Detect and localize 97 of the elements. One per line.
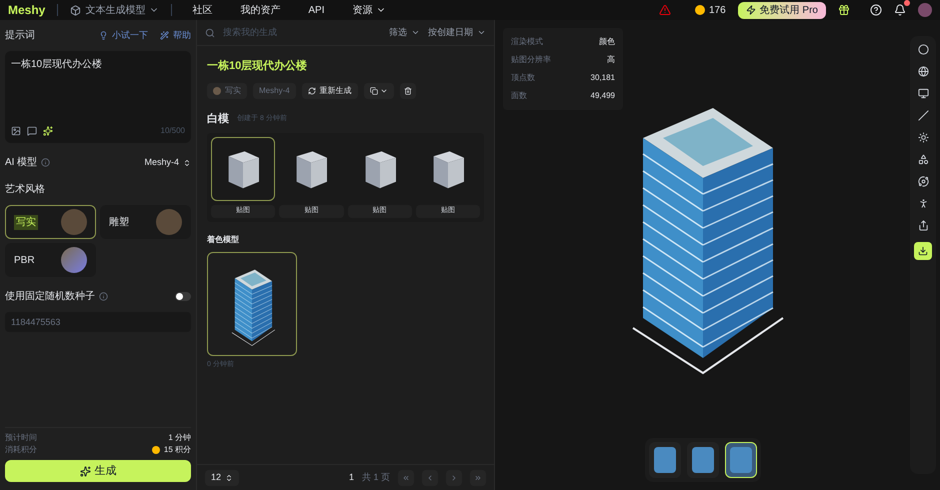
estimate-label: 消耗积分 xyxy=(5,444,37,456)
chevron-icon xyxy=(450,474,458,482)
style-option[interactable]: 写实 xyxy=(5,205,96,239)
estimate-value: 15 积分 xyxy=(152,444,191,456)
search-field[interactable]: 搜索我的生成 xyxy=(223,26,381,40)
pro-trial-button[interactable]: 免费试用 Pro xyxy=(738,2,826,18)
trash-icon xyxy=(404,86,412,94)
style-option[interactable]: 雕塑 xyxy=(100,205,191,239)
gift-icon[interactable] xyxy=(838,4,850,16)
sort-dropdown[interactable]: 按创建日期 xyxy=(428,26,486,40)
info-icon[interactable] xyxy=(41,158,50,167)
app-logo[interactable]: Meshy xyxy=(8,1,46,19)
download-icon xyxy=(918,246,928,256)
chat-icon[interactable] xyxy=(27,126,37,136)
lightning-icon xyxy=(746,5,756,15)
help-link[interactable]: 帮助 xyxy=(160,28,191,42)
seed-toggle[interactable] xyxy=(175,292,191,301)
caret-icon xyxy=(411,28,420,37)
generation-title: 一栋10层现代办公楼 xyxy=(207,58,308,74)
chevron-icon xyxy=(402,474,410,482)
view-mode-thumbnail[interactable] xyxy=(686,442,718,478)
sparkle-icon[interactable] xyxy=(43,126,53,136)
model-label: AI 模型 xyxy=(5,156,38,170)
download-button[interactable] xyxy=(914,242,932,260)
estimate-value: 1 分钟 xyxy=(168,432,191,444)
wand-icon xyxy=(160,31,169,40)
refresh-icon xyxy=(308,86,316,94)
style-thumbnail xyxy=(61,209,87,235)
mode-dropdown[interactable]: 文本生成模型 xyxy=(70,2,160,18)
avatar[interactable] xyxy=(918,3,932,17)
nav-link[interactable]: 我的资产 xyxy=(232,2,288,18)
filter-dropdown[interactable]: 筛选 xyxy=(389,26,420,40)
style-thumbnail xyxy=(156,209,182,235)
view-mode-thumbnail[interactable] xyxy=(648,442,680,478)
generate-button[interactable]: 生成 xyxy=(5,460,191,482)
pagination-button[interactable] xyxy=(470,470,486,486)
style-thumbnail xyxy=(61,247,87,273)
viewport-tool-icon[interactable] xyxy=(918,132,928,143)
nav-link[interactable]: 资源 xyxy=(344,2,394,18)
cube-icon xyxy=(70,4,82,16)
page-total: 共 1 页 xyxy=(362,470,390,484)
updown-icon xyxy=(183,158,191,166)
style-label: 艺术风格 xyxy=(5,182,46,197)
viewport-tool-icon[interactable] xyxy=(918,44,928,55)
info-icon[interactable] xyxy=(99,292,108,301)
prompt-textarea[interactable]: 一栋10层现代办公楼 10/500 xyxy=(5,51,191,143)
stat-label: 贴图分辨率 xyxy=(511,54,551,66)
model-thumbnail[interactable] xyxy=(207,252,297,356)
pagination-button[interactable] xyxy=(398,470,414,486)
model-thumbnail[interactable] xyxy=(211,137,276,201)
chevron-icon xyxy=(474,474,482,482)
viewport-tool-icon[interactable] xyxy=(918,220,928,231)
delete-button[interactable] xyxy=(400,82,416,98)
character-counter: 10/500 xyxy=(160,125,185,137)
stat-value: 49,499 xyxy=(590,90,615,102)
style-tag: 写实 xyxy=(207,82,247,98)
search-icon xyxy=(205,28,215,38)
stat-value: 颜色 xyxy=(599,36,615,48)
page-size-select[interactable]: 12 xyxy=(205,470,240,486)
viewport-tool-icon[interactable] xyxy=(918,198,928,209)
section-title: 着色模型 xyxy=(207,234,240,246)
sparkle-icon xyxy=(80,466,90,476)
section-title: 白模 xyxy=(207,112,229,126)
regenerate-button[interactable]: 重新生成 xyxy=(302,82,358,98)
viewport-tool-icon[interactable] xyxy=(918,154,928,165)
model-select[interactable]: Meshy-4 xyxy=(144,156,191,170)
help-icon[interactable] xyxy=(870,4,882,16)
stat-label: 顶点数 xyxy=(511,72,535,84)
model-tag: Meshy-4 xyxy=(253,82,296,98)
credits-counter[interactable]: 176 xyxy=(694,2,726,18)
prompt-label: 提示词 xyxy=(5,29,35,43)
stat-label: 渲染模式 xyxy=(511,36,543,48)
viewport-tool-icon[interactable] xyxy=(918,88,928,99)
nav-link[interactable]: API xyxy=(300,2,332,18)
style-option[interactable]: PBR xyxy=(5,243,96,277)
updown-icon xyxy=(225,474,234,482)
viewport-tool-icon[interactable] xyxy=(918,110,928,121)
viewport-tool-icon[interactable] xyxy=(918,176,928,187)
caret-icon xyxy=(477,28,486,37)
stat-value: 高 xyxy=(607,54,615,66)
prompt-text: 一栋10层现代办公楼 xyxy=(11,58,104,72)
estimate-label: 预计时间 xyxy=(5,432,37,444)
warning-icon[interactable] xyxy=(658,4,671,16)
seed-input[interactable]: 1184475563 xyxy=(5,312,191,332)
image-icon[interactable] xyxy=(11,126,21,136)
nav-link[interactable]: 社区 xyxy=(184,2,220,18)
copy-button[interactable] xyxy=(364,82,394,98)
view-mode-thumbnail[interactable] xyxy=(724,442,756,478)
chevron-icon xyxy=(426,474,434,482)
viewport-tool-icon[interactable] xyxy=(918,66,928,77)
copy-icon xyxy=(370,86,378,94)
bulb-icon xyxy=(99,31,108,40)
stat-value: 30,181 xyxy=(590,72,615,84)
try-link[interactable]: 小试一下 xyxy=(99,28,148,42)
current-page: 1 xyxy=(348,470,354,484)
seed-label: 使用固定随机数种子 xyxy=(5,290,95,304)
stat-label: 面数 xyxy=(511,90,527,102)
